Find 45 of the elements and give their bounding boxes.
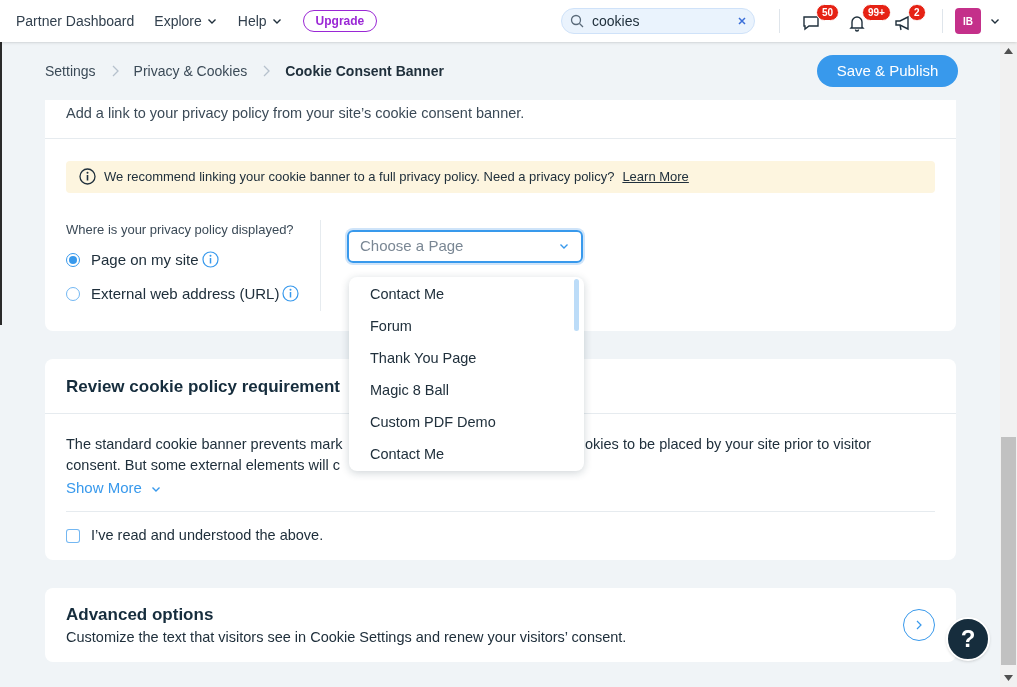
breadcrumb-link[interactable]: Settings	[45, 60, 96, 82]
option-label[interactable]: Page on my site	[91, 248, 199, 271]
dropdown-option[interactable]: Thank You Page	[349, 343, 584, 375]
dropdown-option[interactable]: Custom PDF Demo	[349, 407, 584, 439]
scroll-down-icon[interactable]	[1004, 675, 1013, 681]
bell-icon[interactable]	[848, 14, 866, 32]
info-icon[interactable]	[282, 285, 300, 303]
option-label[interactable]: External web address (URL)	[91, 282, 280, 305]
scroll-up-icon[interactable]	[1004, 48, 1013, 54]
count-badge: 99+	[862, 4, 891, 21]
section-title: Advanced options	[66, 603, 215, 626]
checkbox[interactable]	[66, 529, 80, 544]
notice-text: We recommend linking your cookie banner to a full privacy policy. Need a privacy policy?	[104, 168, 615, 186]
count-badge: 50	[816, 4, 840, 21]
search-field[interactable]: cookies	[561, 8, 755, 34]
nav-menu-item[interactable]: Explore	[154, 10, 202, 32]
clear-icon[interactable]	[738, 17, 746, 25]
dropdown-option[interactable]: Contact Me	[349, 279, 584, 311]
nav-menu-item[interactable]: Help	[237, 10, 267, 32]
body-text: consent. But some external elements will c	[66, 457, 340, 474]
search-icon	[570, 14, 584, 28]
chat-bubble-icon[interactable]	[802, 14, 820, 32]
count-badge: 2	[908, 4, 926, 21]
checkbox-label[interactable]: I’ve read and understood the above.	[91, 525, 324, 548]
body-text: The standard cookie banner prevents mark	[66, 436, 343, 453]
learn-more-link[interactable]: Learn More	[622, 167, 689, 187]
nav-menu-item[interactable]: Partner Dashboard	[16, 10, 135, 32]
help-button[interactable]: ?	[946, 617, 990, 661]
body-text: okies to be placed by your site prior to visitor	[585, 436, 872, 453]
scrollbar-thumb[interactable]	[1001, 437, 1016, 665]
dropdown-option[interactable]: Contact Me	[349, 439, 584, 471]
avatar[interactable]: IB	[955, 8, 981, 34]
scrollbar-thumb[interactable]	[574, 279, 579, 331]
info-icon[interactable]	[201, 251, 219, 269]
chevron-right-icon	[261, 64, 272, 78]
info-icon	[79, 168, 96, 186]
dropdown-option[interactable]: Forum	[349, 311, 584, 343]
breadcrumb-link[interactable]: Privacy & Cookies	[133, 60, 248, 82]
megaphone-icon[interactable]	[894, 14, 912, 32]
section-description: Add a link to your privacy policy from your site’s cookie consent banner.	[45, 100, 956, 139]
section-description: Customize the text that visitors see in Cookie Settings and renew your visitors’ consent.	[66, 628, 628, 648]
dropdown-option[interactable]: Magic 8 Ball	[349, 375, 584, 407]
search-input[interactable]: cookies	[592, 10, 730, 32]
page-dropdown[interactable]: Choose a Page	[347, 229, 583, 263]
question-label: Where is your privacy policy displayed?	[66, 220, 295, 239]
